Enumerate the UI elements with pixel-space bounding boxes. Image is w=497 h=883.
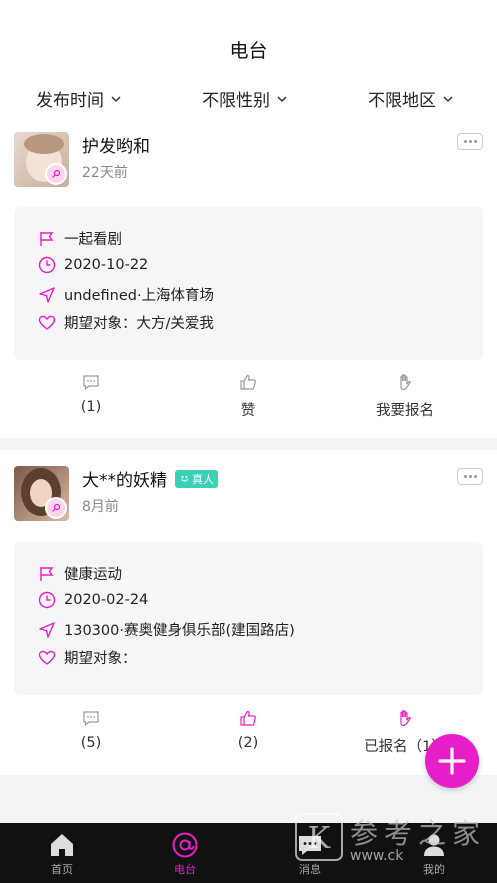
clock-icon: [38, 591, 56, 609]
comment-count: (1): [80, 399, 102, 415]
tab-label: 电台: [174, 863, 196, 876]
comment-button[interactable]: (5): [31, 709, 151, 751]
user-name-text: 护发哟和: [82, 137, 150, 157]
user-name-text: 大**的妖精: [82, 471, 167, 491]
date-row: 2020-02-24: [38, 591, 148, 609]
filter-gender[interactable]: 不限性别: [202, 86, 288, 111]
user-name[interactable]: 护发哟和: [82, 132, 150, 157]
location-text: 130300·赛奥健身俱乐部(建国路店): [64, 623, 295, 639]
tab-radio[interactable]: 电台: [150, 831, 220, 877]
location-text: undefined·上海体育场: [64, 288, 215, 304]
activity-row: 健康运动: [38, 563, 122, 584]
chevron-down-icon: [277, 95, 287, 102]
avatar[interactable]: [14, 132, 69, 187]
female-badge-icon: [45, 497, 67, 519]
activity-text: 一起看剧: [64, 232, 122, 248]
filter-bar: 发布时间 不限性别 不限地区: [0, 86, 497, 111]
filter-label: 不限性别: [202, 91, 270, 111]
expect-row: 期望对象：: [38, 647, 137, 668]
location-row: undefined·上海体育场: [38, 284, 214, 305]
tab-label: 首页: [51, 863, 73, 876]
tab-home[interactable]: 首页: [27, 831, 97, 877]
location-row: 130300·赛奥健身俱乐部(建国路店): [38, 619, 295, 640]
location-arrow-icon: [39, 286, 55, 303]
post-time: 8月前: [82, 499, 119, 515]
more-options-button[interactable]: [457, 133, 483, 150]
home-icon: [51, 834, 73, 856]
add-post-button[interactable]: [425, 734, 479, 788]
watermark: K 参考之家 www.ck: [292, 806, 492, 876]
female-badge-icon: [45, 163, 67, 185]
clock-icon: [38, 256, 56, 274]
like-button[interactable]: (2): [188, 709, 308, 751]
activity-row: 一起看剧: [38, 228, 122, 249]
page-title: 电台: [229, 40, 268, 62]
flag-icon: [40, 231, 54, 246]
raised-hand-icon: [400, 710, 411, 727]
thumbs-up-icon: [240, 374, 256, 390]
more-options-button[interactable]: [457, 468, 483, 485]
signup-label: 我要报名: [376, 403, 434, 419]
expect-row: 期望对象：大方/关爱我: [38, 312, 214, 333]
plus-icon: [438, 747, 466, 775]
activity-text: 健康运动: [64, 567, 122, 583]
date-row: 2020-10-22: [38, 256, 148, 274]
chevron-down-icon: [111, 95, 121, 102]
filter-label: 不限地区: [368, 91, 436, 111]
post-time: 22天前: [82, 165, 128, 181]
comment-button[interactable]: (1): [31, 373, 151, 415]
svg-text:K: K: [308, 821, 331, 856]
verified-badge: 真人: [175, 469, 218, 488]
avatar[interactable]: [14, 466, 69, 521]
heart-icon: [38, 315, 56, 330]
like-button[interactable]: 赞: [188, 373, 308, 420]
post-info-box[interactable]: 一起看剧 2020-10-22 undefined·上海体育场 期望对象：大方/…: [14, 207, 483, 360]
at-icon: [172, 832, 198, 858]
expect-text: 期望对象：: [64, 651, 137, 667]
post-card: 大**的妖精 真人 8月前 健康运动 2020-02-24 130300·赛奥健…: [0, 450, 497, 775]
comment-count: (5): [80, 735, 102, 751]
thumbs-up-icon: [240, 710, 256, 726]
like-label: 赞: [240, 403, 256, 419]
flag-icon: [40, 566, 54, 581]
location-arrow-icon: [39, 621, 55, 638]
chevron-down-icon: [443, 95, 453, 102]
filter-region[interactable]: 不限地区: [368, 86, 454, 111]
verified-label: 真人: [192, 472, 214, 486]
signup-button[interactable]: 我要报名: [345, 373, 465, 420]
top-header: 电台 发布时间 不限性别 不限地区: [0, 0, 497, 132]
smile-icon: [181, 476, 188, 482]
post-card: 护发哟和 22天前 一起看剧 2020-10-22 undefined·上海体育…: [0, 122, 497, 438]
expect-text: 期望对象：大方/关爱我: [64, 316, 214, 332]
raised-hand-icon: [400, 374, 411, 391]
user-name[interactable]: 大**的妖精 真人: [82, 466, 218, 491]
filter-publish-time[interactable]: 发布时间: [36, 86, 122, 111]
date-text: 2020-02-24: [64, 592, 149, 608]
watermark-url: www.ck: [350, 848, 404, 864]
post-info-box[interactable]: 健康运动 2020-02-24 130300·赛奥健身俱乐部(建国路店) 期望对…: [14, 542, 483, 695]
heart-icon: [38, 650, 56, 665]
watermark-text: 参考之家: [350, 817, 487, 850]
comment-icon: [83, 711, 99, 727]
like-count: (2): [237, 735, 259, 751]
comment-icon: [83, 375, 99, 391]
filter-label: 发布时间: [36, 91, 104, 111]
date-text: 2020-10-22: [64, 257, 149, 273]
